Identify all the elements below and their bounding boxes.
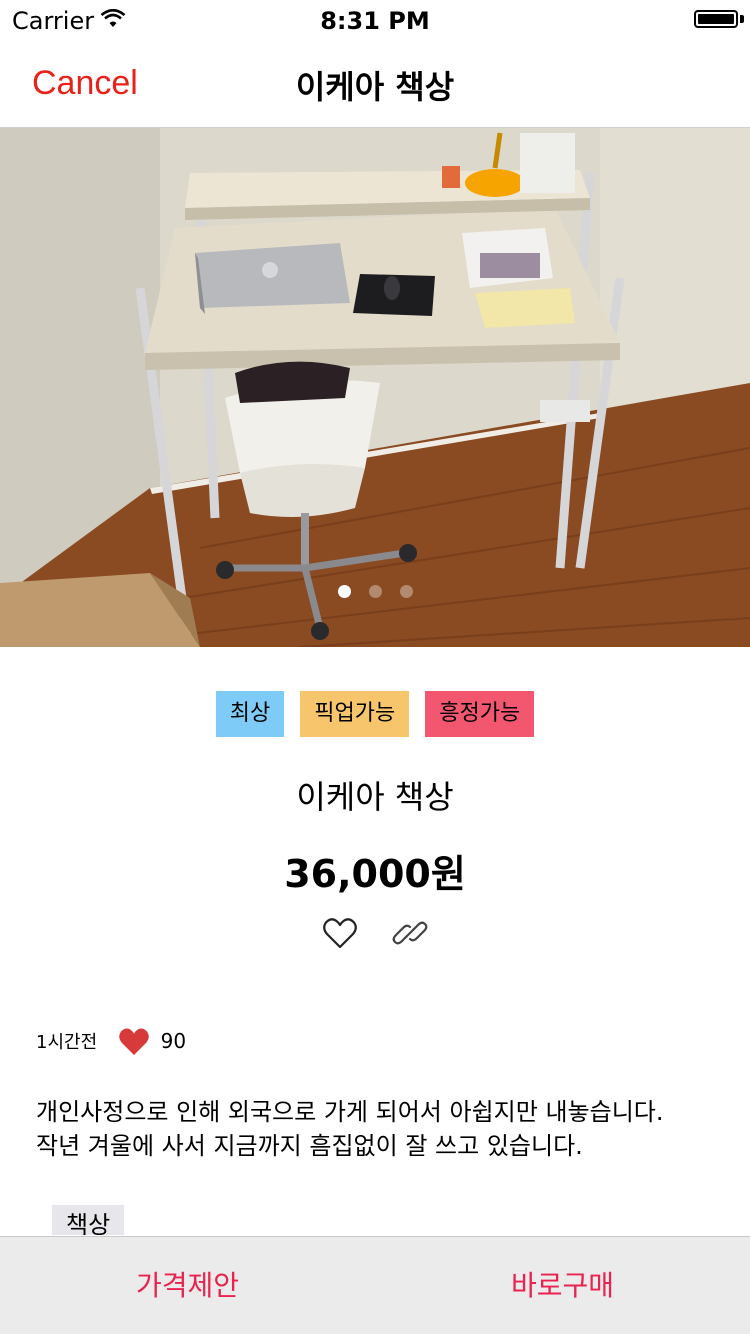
tag-negotiable: 흥정가능 bbox=[425, 691, 535, 737]
heart-filled-icon bbox=[119, 1028, 149, 1055]
nav-title: 이케아 책상 bbox=[295, 68, 455, 106]
status-bar: Carrier 8:31 PM bbox=[0, 0, 750, 40]
product-price: 36,000원 bbox=[284, 852, 466, 896]
battery-icon bbox=[694, 10, 738, 28]
product-title: 이케아 책상 bbox=[296, 778, 454, 816]
description-line: 작년 겨울에 사서 지금까지 흠집없이 잘 쓰고 있습니다. bbox=[36, 1132, 583, 1160]
post-meta: 1시간전 90 bbox=[36, 1025, 186, 1061]
product-description: 개인사정으로 인해 외국으로 가게 되어서 아쉽지만 내놓습니다. 작년 겨울에… bbox=[36, 1095, 736, 1163]
heart-outline-icon[interactable] bbox=[320, 913, 360, 953]
like-count: 90 bbox=[160, 1029, 187, 1053]
bottom-action-bar: 가격제안 바로구매 bbox=[0, 1236, 750, 1334]
page-dot[interactable] bbox=[399, 585, 413, 598]
page-dot-active[interactable] bbox=[337, 585, 351, 598]
condition-tags: 최상 픽업가능 흥정가능 bbox=[0, 691, 750, 737]
link-icon[interactable] bbox=[390, 913, 430, 953]
action-icons bbox=[0, 913, 750, 953]
page-dot[interactable] bbox=[368, 585, 382, 598]
battery-tip bbox=[740, 15, 744, 23]
keyword-tag[interactable]: 책상 bbox=[52, 1205, 125, 1235]
posted-time: 1시간전 bbox=[36, 1032, 98, 1053]
navigation-bar: Cancel 이케아 책상 bbox=[0, 40, 750, 128]
product-photo-carousel[interactable] bbox=[0, 128, 750, 647]
carousel-page-indicator[interactable] bbox=[0, 583, 750, 602]
description-line: 개인사정으로 인해 외국으로 가게 되어서 아쉽지만 내놓습니다. bbox=[36, 1098, 664, 1126]
tag-pickup: 픽업가능 bbox=[300, 691, 410, 737]
price-offer-button[interactable]: 가격제안 bbox=[0, 1237, 375, 1335]
product-photo bbox=[0, 128, 750, 647]
buy-now-button[interactable]: 바로구매 bbox=[375, 1237, 750, 1335]
tag-condition: 최상 bbox=[215, 691, 285, 737]
clock: 8:31 PM bbox=[320, 7, 430, 35]
